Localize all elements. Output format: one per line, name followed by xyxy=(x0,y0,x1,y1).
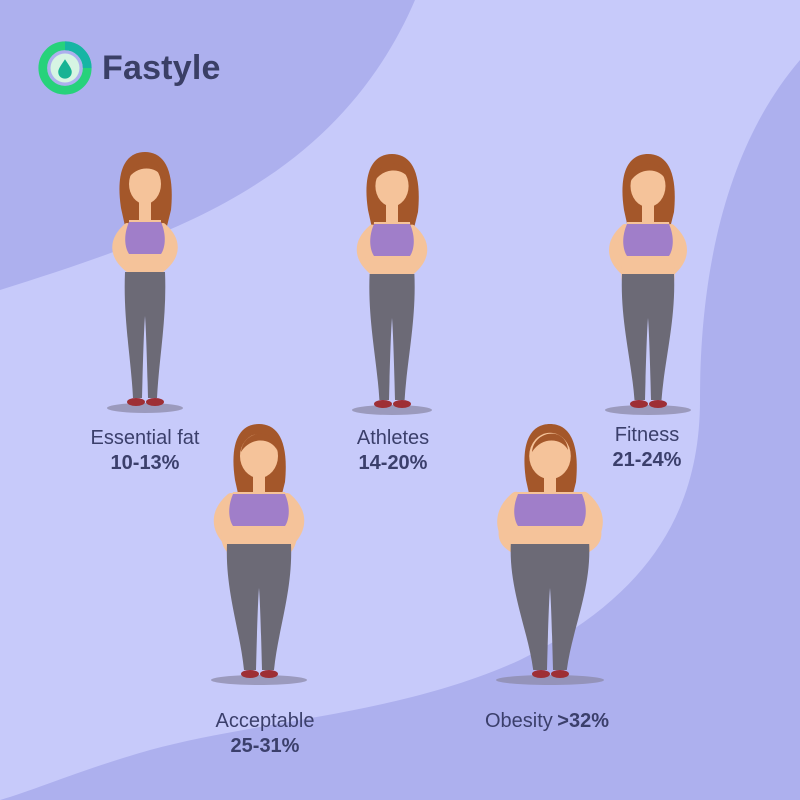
brand-logo: Fastyle xyxy=(36,38,221,98)
crop-top xyxy=(370,224,414,256)
woman-figure-essential-fat xyxy=(95,148,195,416)
leggings xyxy=(369,274,415,400)
neck xyxy=(386,204,398,222)
category-range: 25-31% xyxy=(230,735,300,757)
category-label: Essential fat xyxy=(90,427,200,449)
right-shoe xyxy=(551,670,569,678)
category-essential-fat: Essential fat 10-13% xyxy=(60,426,230,476)
left-shoe xyxy=(127,398,145,406)
category-label: Acceptable xyxy=(215,710,315,732)
crop-top xyxy=(514,494,586,526)
woman-figure-athletes xyxy=(342,150,442,418)
crop-top xyxy=(623,224,673,256)
crop-top xyxy=(125,222,165,254)
category-range: >32% xyxy=(557,710,609,732)
ground-shadow xyxy=(211,675,307,685)
neck xyxy=(139,202,151,220)
right-shoe xyxy=(649,400,667,408)
right-shoe xyxy=(393,400,411,408)
category-obesity: Obesity >32% xyxy=(462,709,632,733)
category-label: Fitness xyxy=(614,424,680,446)
category-athletes: Athletes 14-20% xyxy=(318,426,468,476)
ground-shadow xyxy=(352,405,432,415)
left-shoe xyxy=(630,400,648,408)
infographic-canvas: Fastyle Essential fat 10-13% Athletes 14… xyxy=(0,0,800,800)
left-shoe xyxy=(374,400,392,408)
right-shoe xyxy=(260,670,278,678)
category-range: 10-13% xyxy=(110,452,180,474)
brand-name: Fastyle xyxy=(102,48,221,87)
woman-figure-fitness xyxy=(598,150,698,418)
ground-shadow xyxy=(496,675,604,685)
category-range: 21-24% xyxy=(612,449,682,471)
category-acceptable: Acceptable 25-31% xyxy=(185,709,345,759)
left-shoe xyxy=(241,670,259,678)
leggings xyxy=(226,544,292,670)
right-shoe xyxy=(146,398,164,406)
category-label: Obesity xyxy=(485,710,553,732)
leggings xyxy=(621,274,675,400)
leggings xyxy=(510,544,590,670)
category-range: 14-20% xyxy=(358,452,428,474)
left-shoe xyxy=(532,670,550,678)
leggings xyxy=(124,272,166,398)
crop-top xyxy=(229,494,289,526)
ground-shadow xyxy=(605,405,691,415)
category-fitness: Fitness 21-24% xyxy=(572,423,722,473)
ground-shadow xyxy=(107,403,183,413)
category-label: Athletes xyxy=(356,427,430,449)
drop-ring-logo-icon xyxy=(38,41,92,95)
